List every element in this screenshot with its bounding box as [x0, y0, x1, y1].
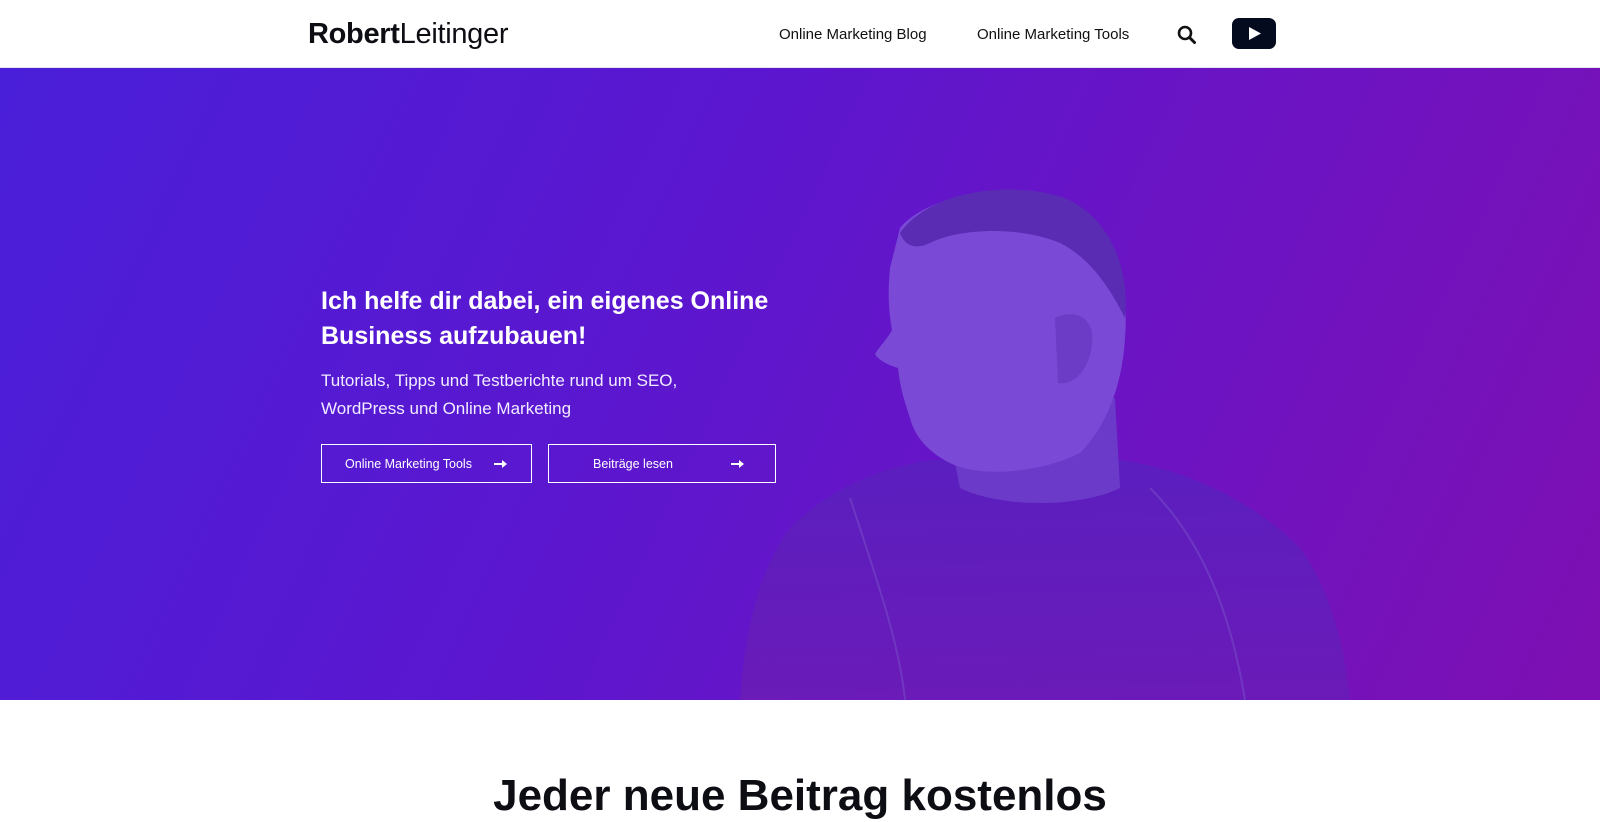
logo-last-name: Leitinger — [399, 18, 509, 50]
arrow-right-icon — [493, 459, 507, 468]
arrow-right-icon — [730, 459, 744, 468]
button-label: Online Marketing Tools — [345, 456, 472, 471]
portrait-image — [740, 189, 1350, 700]
hero-section: Ich helfe dir dabei, ein eigenes Online … — [0, 68, 1600, 700]
logo-first-name: Robert — [308, 18, 400, 50]
hero-subtitle: Tutorials, Tipps und Testberichte rund u… — [321, 371, 678, 418]
newsletter-heading: Jeder neue Beitrag kostenlos — [493, 771, 1107, 820]
search-icon[interactable] — [1176, 24, 1198, 46]
hero-title: Ich helfe dir dabei, ein eigenes Online … — [321, 287, 769, 350]
button-label: Beiträge lesen — [593, 456, 673, 471]
nav-link-tools[interactable]: Online Marketing Tools — [977, 25, 1129, 45]
youtube-button[interactable] — [1232, 18, 1276, 49]
online-marketing-tools-button[interactable]: Online Marketing Tools — [321, 444, 532, 483]
read-posts-button[interactable]: Beiträge lesen — [548, 444, 776, 483]
youtube-play-icon — [1249, 27, 1261, 40]
site-logo[interactable]: RobertLeitinger — [308, 16, 509, 52]
site-header: RobertLeitinger Online Marketing Blog On… — [0, 0, 1600, 68]
nav-link-blog[interactable]: Online Marketing Blog — [779, 25, 927, 45]
